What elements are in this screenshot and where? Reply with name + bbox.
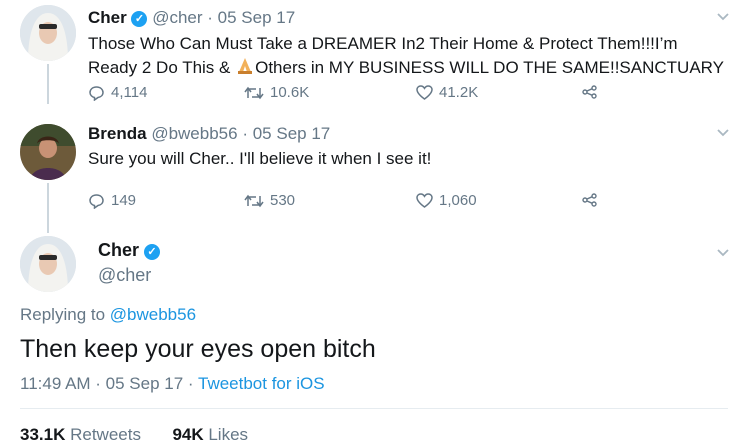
retweets-label: Retweets [65,425,141,444]
tweet2-header: Brenda @bwebb56 · 05 Sep 17 [88,124,330,144]
avatar[interactable] [20,124,76,180]
retweet-button[interactable]: 530 [244,192,295,209]
reply-count: 149 [111,192,137,209]
replying-to-label: Replying to [20,305,110,324]
heart-icon [416,85,433,100]
tweet-date[interactable]: 05 Sep 17 [218,8,296,27]
avatar-image [20,236,76,292]
author-name[interactable]: Cher [88,8,127,27]
avatar-image [20,124,76,180]
tweet-text-segment: Ready 2 Do This & [88,58,236,77]
share-icon [582,85,597,99]
replying-to: Replying to @bwebb56 [20,305,196,325]
tweet-text-line: Ready 2 Do This & Others in MY BUSINESS … [88,56,724,80]
client-link[interactable]: Tweetbot for iOS [198,374,325,393]
timestamp[interactable]: 11:49 AM · 05 Sep 17 · [20,374,198,393]
retweets-count: 33.1K [20,425,66,444]
verified-icon: ✓ [131,11,148,27]
likes-label: Likes [203,425,249,444]
author-handle[interactable]: @cher [152,8,202,27]
retweet-icon [244,86,264,99]
replying-to-link[interactable]: @bwebb56 [110,305,196,324]
thread-line [47,64,49,104]
tweet-metadata: 11:49 AM · 05 Sep 17 · Tweetbot for iOS [20,374,325,394]
main-tweet-text: Then keep your eyes open bitch [20,335,376,363]
tweet1-text: Those Who Can Must Take a DREAMER In2 Th… [88,32,724,80]
thread-line [47,183,49,233]
chevron-down-icon[interactable] [716,248,730,258]
share-button[interactable] [582,193,598,207]
tweet-text-segment: Others in MY BUSINESS WILL DO THE SAME!!… [255,58,724,77]
avatar[interactable] [20,5,76,61]
chevron-down-icon[interactable] [716,12,730,22]
praying-hands-emoji-icon [238,58,253,74]
like-button[interactable]: 41.2K [416,84,478,101]
retweets-stat[interactable]: 33.1K Retweets [20,425,141,444]
engagement-stats: 33.1K Retweets 94K Likes [20,425,248,445]
retweet-button[interactable]: 10.6K [244,84,309,101]
heart-icon [416,193,433,208]
chevron-down-icon[interactable] [716,128,730,138]
likes-stat[interactable]: 94K Likes [172,425,248,444]
tweet-text-line: Those Who Can Must Take a DREAMER In2 Th… [88,34,678,53]
tweet2-text: Sure you will Cher.. I'll believe it whe… [88,149,432,168]
likes-count: 94K [172,425,204,444]
reply-icon [89,193,104,209]
share-button[interactable] [582,85,598,99]
reply-button[interactable]: 4,114 [88,84,147,101]
tweet1-header: Cher ✓ @cher · 05 Sep 17 [88,8,295,28]
main-tweet-header: Cher ✓ [98,240,161,261]
avatar-image [20,5,76,61]
avatar[interactable] [20,236,76,292]
retweet-count: 530 [270,192,296,209]
reply-icon [89,85,104,101]
like-count: 1,060 [439,192,477,209]
share-icon [582,193,597,207]
like-count: 41.2K [439,84,479,101]
tweet-date[interactable]: 05 Sep 17 [253,124,331,143]
reply-count: 4,114 [111,84,148,101]
separator-dot: · [207,8,213,27]
divider [20,408,728,409]
reply-button[interactable]: 149 [88,192,136,209]
verified-icon: ✓ [144,244,161,260]
author-name[interactable]: Brenda [88,124,147,143]
separator-dot: · [242,124,248,143]
like-button[interactable]: 1,060 [416,192,477,209]
author-handle[interactable]: @cher [98,265,151,286]
retweet-icon [244,194,264,207]
retweet-count: 10.6K [270,84,310,101]
author-name[interactable]: Cher [98,240,139,260]
author-handle[interactable]: @bwebb56 [151,124,237,143]
